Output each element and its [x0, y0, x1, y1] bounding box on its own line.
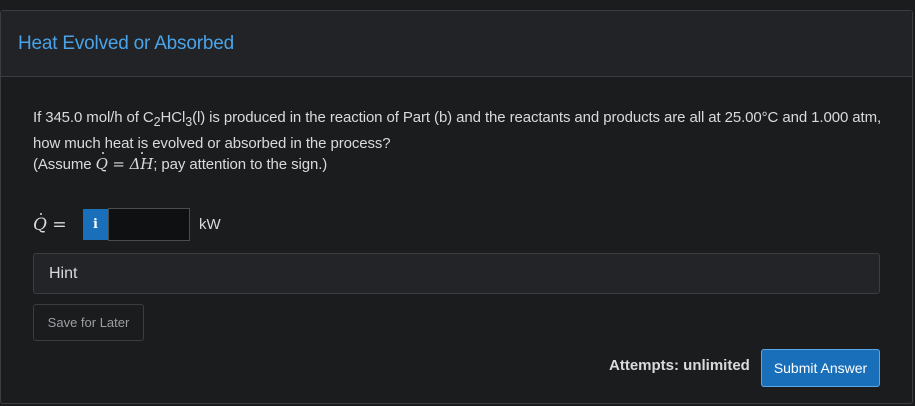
card-title: Heat Evolved or Absorbed	[18, 32, 234, 54]
question-part2: HCl	[160, 109, 186, 126]
assume-close: ; pay attention to the sign.)	[153, 156, 328, 173]
unit-label: kW	[199, 216, 221, 233]
answer-label: Q =	[33, 212, 83, 235]
save-for-later-button[interactable]: Save for Later	[33, 304, 144, 341]
submit-answer-button[interactable]: Submit Answer	[761, 349, 880, 387]
question-text: If 345.0 mol/h of C2HCl3(l) is produced …	[33, 107, 883, 175]
q-dot-symbol: Q	[95, 152, 108, 173]
answer-equals: =	[46, 214, 67, 235]
subscript-2: 2	[153, 115, 161, 129]
delta-h-symbol: ΔH	[129, 152, 154, 173]
answer-input[interactable]	[108, 208, 190, 241]
attempts-text: Attempts: unlimited	[609, 357, 750, 374]
hint-label: Hint	[49, 264, 78, 282]
answer-q-symbol: Q	[33, 212, 47, 235]
question-part1: If 345.0 mol/h of C	[33, 109, 154, 126]
hint-panel[interactable]: Hint	[33, 253, 880, 294]
answer-row: Q = i kW	[33, 208, 221, 241]
info-icon[interactable]: i	[83, 209, 108, 240]
assume-open: (Assume	[33, 156, 96, 173]
card-header: Heat Evolved or Absorbed	[1, 11, 912, 77]
equals-sign: =	[107, 155, 130, 173]
question-card: Heat Evolved or Absorbed	[0, 10, 913, 404]
